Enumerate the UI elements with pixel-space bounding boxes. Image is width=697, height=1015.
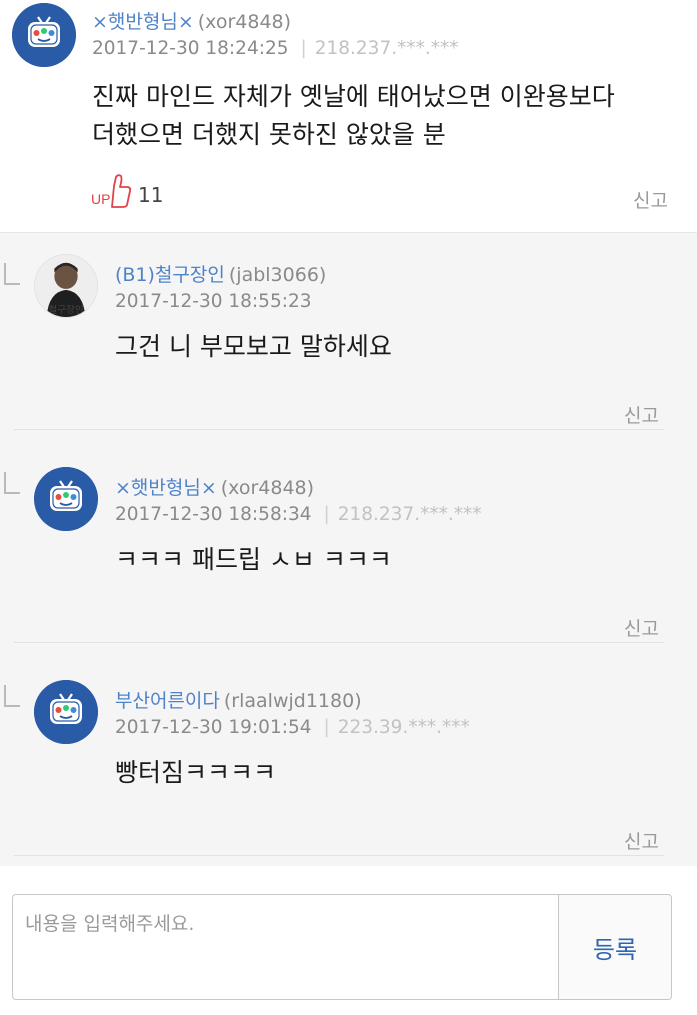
reply-arrow-icon (4, 263, 20, 285)
reply-arrow-icon (4, 472, 20, 494)
ip-address: 223.39.***.*** (337, 717, 470, 738)
comment-text-line: 진짜 마인드 자체가 옛날에 태어났으면 이완용보다 (92, 82, 615, 111)
comment-datetime: 2017-12-30 18:55:23 (115, 291, 312, 312)
divider (14, 429, 664, 430)
meta-separator: | (323, 717, 330, 738)
report-button[interactable]: 신고 (624, 827, 659, 854)
comment-datetime: 2017-12-30 18:24:25 (92, 38, 289, 59)
divider (14, 855, 664, 856)
report-button[interactable]: 신고 (633, 186, 668, 213)
tv-character-icon (34, 467, 98, 531)
comment-datetime: 2017-12-30 19:01:54 (115, 717, 312, 738)
up-count: 11 (138, 183, 164, 207)
meta-separator: | (323, 504, 330, 525)
comment-text: 빵터짐ㅋㅋㅋㅋ (115, 758, 277, 787)
comment-meta: 2017-12-30 18:55:23 (115, 291, 311, 312)
reply-item: 철구장인 (B1)철구장인 (jabl3066) 2017-12-30 18:55… (0, 233, 697, 430)
comment-text: ㅋㅋㅋ 패드립 ㅅㅂ ㅋㅋㅋ (115, 545, 392, 574)
ip-address: 218.237.***.*** (314, 38, 459, 59)
profile-photo: 철구장인 (35, 255, 97, 317)
avatar[interactable] (34, 680, 98, 744)
up-label: UP (91, 191, 110, 207)
reply-arrow-icon (4, 685, 20, 707)
comment-input[interactable] (13, 895, 558, 999)
tv-character-icon (34, 680, 98, 744)
comment-text: 진짜 마인드 자체가 옛날에 태어났으면 이완용보다 더했으면 더했지 못하진 … (92, 78, 615, 154)
thumbs-up-icon[interactable]: UP (90, 174, 132, 210)
comment-meta: 2017-12-30 18:24:25 | 218.237.***.*** (92, 38, 458, 59)
comment-text: 그건 니 부모보고 말하세요 (115, 332, 392, 361)
comment-input-box (12, 894, 558, 1000)
report-button[interactable]: 신고 (624, 614, 659, 641)
avatar[interactable]: 철구장인 (34, 254, 98, 318)
ip-address: 218.237.***.*** (337, 504, 482, 525)
report-button[interactable]: 신고 (624, 401, 659, 428)
reply-item: ×햇반형님× (xor4848) 2017-12-30 18:58:34 | 218.… (0, 446, 697, 643)
nickname[interactable]: ×햇반형님× (115, 477, 217, 499)
nickname[interactable]: 부산어른이다 (115, 690, 220, 712)
comment-meta: 2017-12-30 18:58:34 | 218.237.***.*** (115, 504, 481, 525)
submit-button[interactable]: 등록 (558, 894, 672, 1000)
avatar-caption: 철구장인 (48, 304, 84, 316)
comment-author[interactable]: ×햇반형님× (xor4848) (92, 7, 291, 34)
tv-character-icon (12, 3, 76, 67)
divider (14, 642, 664, 643)
nickname[interactable]: ×햇반형님× (92, 11, 194, 33)
comment-meta: 2017-12-30 19:01:54 | 223.39.***.*** (115, 717, 470, 738)
avatar[interactable] (34, 467, 98, 531)
user-id: (xor4848) (197, 11, 292, 33)
main-comment: ×햇반형님× (xor4848) 2017-12-30 18:24:25 | 218.… (0, 0, 697, 232)
comment-datetime: 2017-12-30 18:58:34 (115, 504, 312, 525)
comment-form: 등록 (0, 866, 697, 1015)
comment-author[interactable]: ×햇반형님× (xor4848) (115, 473, 314, 500)
comment-author[interactable]: 부산어른이다 (rlaalwjd1180) (115, 686, 362, 713)
user-id: (jabl3066) (228, 264, 327, 286)
comment-text-line: 더했으면 더했지 못하진 않았을 분 (92, 120, 446, 149)
user-id: (rlaalwjd1180) (223, 690, 362, 712)
nickname[interactable]: (B1)철구장인 (115, 264, 225, 286)
reply-list: 철구장인 (B1)철구장인 (jabl3066) 2017-12-30 18:55… (0, 232, 697, 866)
user-id: (xor4848) (220, 477, 315, 499)
comment-author[interactable]: (B1)철구장인 (jabl3066) (115, 260, 326, 287)
meta-separator: | (300, 38, 307, 59)
reply-item: 부산어른이다 (rlaalwjd1180) 2017-12-30 19:01:54… (0, 659, 697, 856)
avatar[interactable] (12, 3, 76, 67)
